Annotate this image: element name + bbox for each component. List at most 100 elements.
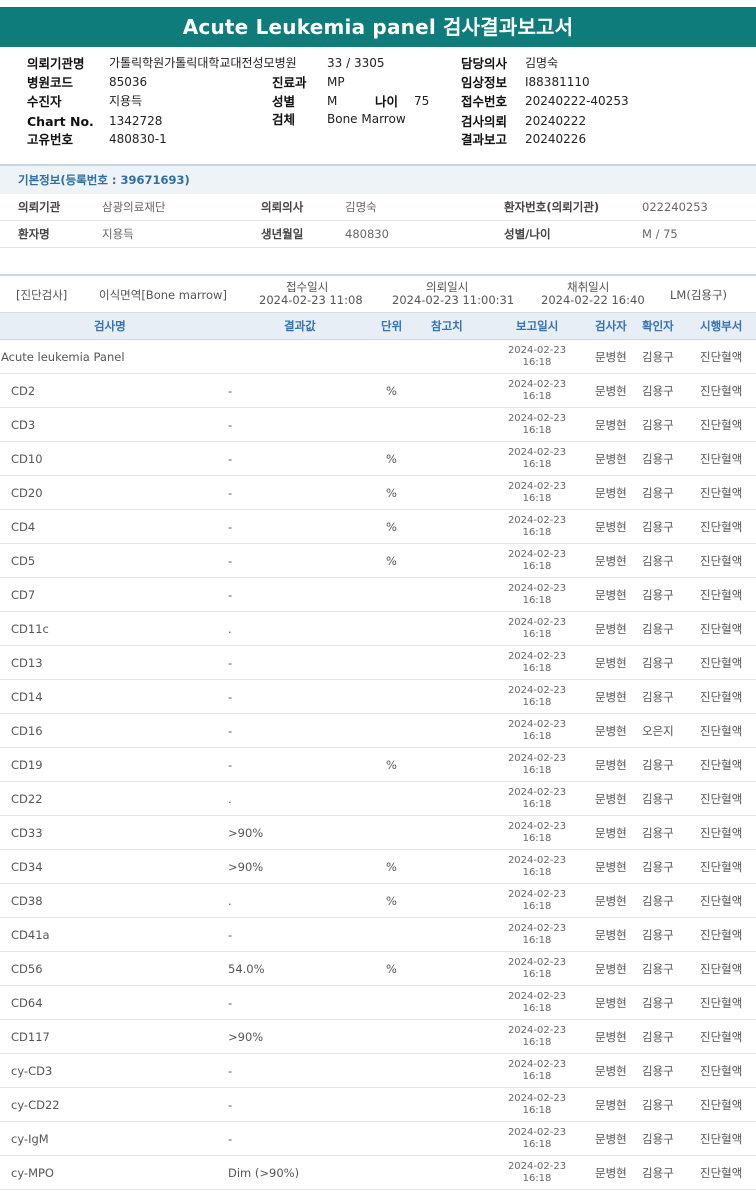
unit-cell: %	[386, 486, 397, 500]
report-time: 16:18	[522, 527, 552, 538]
table-row: CD41a - 문병현 김용구 진단혈액 2024-02-23 16:18	[0, 918, 756, 952]
result-cell: .	[228, 792, 232, 806]
tech-cell: 문병현	[595, 860, 627, 874]
report-time: 16:18	[522, 391, 552, 402]
report-time: 16:18	[522, 629, 552, 640]
tech-cell: 문병현	[595, 656, 627, 670]
test-name-cell: CD2	[11, 384, 36, 398]
report-date: 2024-02-23	[507, 583, 567, 594]
report-date: 2024-02-23	[507, 345, 567, 356]
test-name-cell: CD56	[11, 962, 43, 976]
report-time: 16:18	[522, 1003, 552, 1014]
confirm-cell: 김용구	[642, 826, 674, 840]
report-date: 2024-02-23	[507, 719, 567, 730]
unit-cell: %	[386, 860, 397, 874]
basic-doctor-label: 의뢰의사	[261, 200, 304, 214]
dept-cell: 진단혈액	[700, 1166, 743, 1180]
clinical-label: 임상정보	[461, 75, 508, 90]
tech-cell: 문병현	[595, 962, 627, 976]
confirm-cell: 김용구	[642, 622, 674, 636]
report-date-cell: 2024-02-23 16:18	[498, 651, 576, 675]
tech-cell: 문병현	[595, 724, 627, 738]
table-row: CD10 -% 문병현 김용구 진단혈액 2024-02-23 16:18	[0, 442, 756, 476]
th-report-date: 보고일시	[516, 319, 559, 333]
test-name-cell: CD7	[11, 588, 36, 602]
tech-cell: 문병현	[595, 826, 627, 840]
result-cell: >90%	[228, 860, 264, 874]
unit-cell: %	[386, 894, 397, 908]
tech-cell: 문병현	[595, 1064, 627, 1078]
table-row: cy-IgM - 문병현 김용구 진단혈액 2024-02-23 16:18	[0, 1122, 756, 1156]
result-cell: .	[228, 622, 232, 636]
dept-label: 진료과	[272, 75, 307, 90]
tech-cell: 문병현	[595, 486, 627, 500]
age-label: 나이	[375, 94, 399, 109]
report-time: 16:18	[522, 1071, 552, 1082]
dept-cell: 진단혈액	[700, 928, 743, 942]
spec-lm: LM(김용구)	[670, 288, 728, 302]
report-date-cell: 2024-02-23 16:18	[498, 379, 576, 403]
dept-cell: 진단혈액	[700, 758, 743, 772]
tech-cell: 문병현	[595, 622, 627, 636]
confirm-cell: 김용구	[642, 350, 674, 364]
sex-label: 성별	[272, 94, 296, 109]
tech-cell: 문병현	[595, 1132, 627, 1146]
report-date: 2024-02-23	[507, 923, 567, 934]
report-time: 16:18	[522, 697, 552, 708]
table-row: CD3 - 문병현 김용구 진단혈액 2024-02-23 16:18	[0, 408, 756, 442]
spec-specimen: 이식면역[Bone marrow]	[99, 288, 227, 302]
report-time: 16:18	[522, 595, 552, 606]
report-date-cell: 2024-02-23 16:18	[498, 719, 576, 743]
table-row: CD19 -% 문병현 김용구 진단혈액 2024-02-23 16:18	[0, 748, 756, 782]
basic-institution-label: 의뢰기관	[18, 200, 61, 214]
basic-info-title: 기본정보(등록번호 : 39671693)	[0, 166, 756, 194]
basic-patient-no-value: 022240253	[642, 200, 708, 214]
th-name: 검사명	[94, 319, 126, 333]
unit-cell: %	[386, 962, 397, 976]
table-row: CD117 >90% 문병현 김용구 진단혈액 2024-02-23 16:18	[0, 1020, 756, 1054]
dept-value: MP	[327, 75, 345, 89]
report-date-cell: 2024-02-23 16:18	[498, 753, 576, 777]
table-row: CD16 - 문병현 오은지 진단혈액 2024-02-23 16:18	[0, 714, 756, 748]
dept-cell: 진단혈액	[700, 656, 743, 670]
test-name-cell: cy-CD3	[11, 1064, 53, 1078]
specimen-label: 검체	[272, 112, 296, 127]
ward-value: 33 / 3305	[327, 56, 385, 70]
header-row: 고유번호 480830-1 결과보고 20240226	[0, 130, 756, 149]
unique-label: 고유번호	[27, 132, 74, 147]
unit-cell: %	[386, 452, 397, 466]
spec-request-value: 2024-02-23 11:00:31	[392, 293, 515, 307]
tech-cell: 문병현	[595, 1166, 627, 1180]
basic-info-row: 환자명 지용득 생년월일 480830 성별/나이 M / 75	[0, 221, 756, 248]
dept-cell: 진단혈액	[700, 1098, 743, 1112]
confirm-cell: 김용구	[642, 1132, 674, 1146]
patient-label: 수진자	[27, 94, 62, 109]
dept-cell: 진단혈액	[700, 894, 743, 908]
result-cell: >90%	[228, 1030, 264, 1044]
dept-cell: 진단혈액	[700, 554, 743, 568]
basic-info-row: 의뢰기관 삼광의료재단 의뢰의사 김명숙 환자번호(의뢰기관) 02224025…	[0, 194, 756, 221]
table-row: CD2 -% 문병현 김용구 진단혈액 2024-02-23 16:18	[0, 374, 756, 408]
dept-cell: 진단혈액	[700, 690, 743, 704]
clinical-value: I88381110	[525, 75, 590, 89]
test-name-cell: CD33	[11, 826, 43, 840]
confirm-cell: 오은지	[642, 724, 674, 738]
tech-cell: 문병현	[595, 418, 627, 432]
confirm-cell: 김용구	[642, 1166, 674, 1180]
confirm-cell: 김용구	[642, 860, 674, 874]
test-name-cell: CD117	[11, 1030, 50, 1044]
report-date: 2024-02-23	[507, 855, 567, 866]
report-date: 2024-02-23	[507, 753, 567, 764]
report-date-cell: 2024-02-23 16:18	[498, 549, 576, 573]
table-row: CD14 - 문병현 김용구 진단혈액 2024-02-23 16:18	[0, 680, 756, 714]
test-name-cell: CD22	[11, 792, 43, 806]
table-row: CD38.% 문병현 김용구 진단혈액 2024-02-23 16:18	[0, 884, 756, 918]
chart-label: Chart No.	[27, 114, 94, 129]
report-date-cell: 2024-02-23 16:18	[498, 583, 576, 607]
table-row: CD13 - 문병현 김용구 진단혈액 2024-02-23 16:18	[0, 646, 756, 680]
report-date-cell: 2024-02-23 16:18	[498, 1059, 576, 1083]
report-date-cell: 2024-02-23 16:18	[498, 1161, 576, 1185]
tech-cell: 문병현	[595, 350, 627, 364]
unit-cell: %	[386, 758, 397, 772]
confirm-cell: 김용구	[642, 486, 674, 500]
